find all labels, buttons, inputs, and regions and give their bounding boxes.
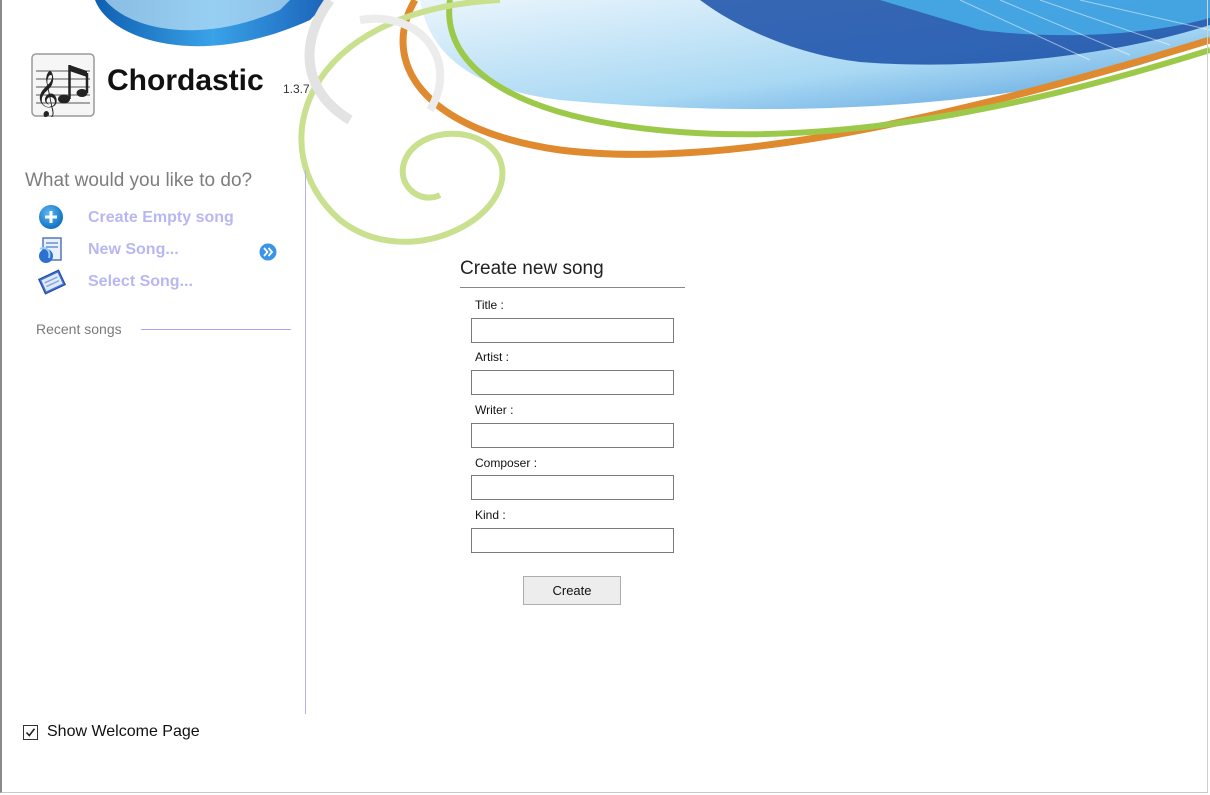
composer-label: Composer : xyxy=(475,456,538,470)
writer-input[interactable] xyxy=(471,423,674,448)
sidebar-divider xyxy=(305,170,306,714)
artist-label: Artist : xyxy=(475,350,510,364)
select-song-link[interactable]: Select Song... xyxy=(37,269,193,295)
create-empty-song-label: Create Empty song xyxy=(88,209,234,226)
create-button[interactable]: Create xyxy=(523,576,621,605)
app-title: Chordastic xyxy=(107,64,264,97)
writer-label: Writer : xyxy=(475,403,514,417)
checkmark-icon xyxy=(25,727,36,737)
form-title-underline xyxy=(460,287,685,288)
new-document-icon xyxy=(39,237,62,263)
svg-text:𝄞: 𝄞 xyxy=(35,71,59,117)
new-song-label: New Song... xyxy=(88,241,179,258)
music-notes-icon: 𝄞 xyxy=(31,53,95,117)
select-song-label: Select Song... xyxy=(88,273,193,290)
sidebar-prompt: What would you like to do? xyxy=(25,170,253,191)
create-empty-song-link[interactable]: Create Empty song xyxy=(37,205,234,231)
recent-songs-heading: Recent songs xyxy=(36,321,122,337)
composer-input[interactable] xyxy=(471,475,674,500)
app-version: 1.3.7 xyxy=(283,82,310,96)
artist-input[interactable] xyxy=(471,370,674,395)
kind-label: Kind : xyxy=(475,508,506,522)
recent-songs-divider xyxy=(141,329,291,330)
show-welcome-page-label: Show Welcome Page xyxy=(47,723,200,740)
kind-input[interactable] xyxy=(471,528,674,553)
create-song-form-title: Create new song xyxy=(460,258,604,279)
double-chevron-right-icon[interactable] xyxy=(259,243,277,261)
title-label: Title : xyxy=(475,298,504,312)
new-song-link[interactable]: New Song... xyxy=(37,237,179,263)
checkbox-box[interactable] xyxy=(23,724,38,740)
show-welcome-page-checkbox[interactable]: Show Welcome Page xyxy=(23,723,200,741)
open-song-icon xyxy=(37,269,67,295)
add-circle-icon xyxy=(39,205,63,229)
title-input[interactable] xyxy=(471,318,674,343)
